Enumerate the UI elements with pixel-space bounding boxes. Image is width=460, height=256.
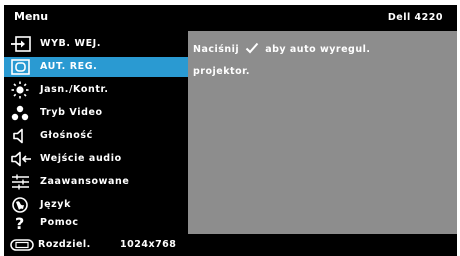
main-menu: WYB. WEJ. AUT. REG. Jasn./Kontr. Tryb Vi… — [4, 31, 188, 234]
menu-item-volume[interactable]: Głośność — [4, 126, 188, 146]
menu-item-label: Zaawansowane — [40, 176, 130, 187]
menu-item-auto-adjust[interactable]: AUT. REG. — [4, 57, 188, 77]
menu-item-label: WYB. WEJ. — [40, 38, 102, 49]
menu-title: Menu — [14, 10, 49, 23]
help-icon: ? — [15, 214, 24, 232]
language-icon — [12, 197, 28, 213]
menu-item-help[interactable]: ? Pomoc — [4, 213, 188, 233]
menu-item-label: Tryb Video — [40, 107, 103, 118]
menu-item-advanced[interactable]: Zaawansowane — [4, 172, 188, 192]
svg-text:?: ? — [15, 214, 24, 232]
brightness-icon — [11, 81, 29, 99]
resolution-icon — [10, 239, 34, 251]
status-bar: Rozdziel. 1024x768 — [4, 234, 457, 256]
menu-item-input-source[interactable]: WYB. WEJ. — [4, 34, 188, 54]
instruction-text: Naciśnij — [193, 44, 240, 55]
audio-input-icon — [11, 151, 31, 167]
resolution-value: 1024x768 — [120, 239, 177, 250]
resolution-label: Rozdziel. — [38, 239, 91, 250]
checkmark-icon — [245, 42, 259, 54]
menu-item-language[interactable]: Język — [4, 195, 188, 215]
advanced-settings-icon — [12, 174, 29, 190]
osd-header: Menu Dell 4220 — [4, 5, 457, 31]
menu-item-label: Wejście audio — [40, 153, 122, 164]
menu-item-audio-input[interactable]: Wejście audio — [4, 149, 188, 169]
menu-item-label: AUT. REG. — [40, 61, 98, 72]
projector-model: Dell 4220 — [387, 12, 443, 23]
input-source-icon — [11, 36, 31, 52]
menu-item-video-mode[interactable]: Tryb Video — [4, 103, 188, 123]
menu-item-label: Jasn./Kontr. — [40, 84, 109, 95]
menu-item-brightness-contrast[interactable]: Jasn./Kontr. — [4, 80, 188, 100]
projector-osd: Menu Dell 4220 WYB. WEJ. AUT. REG. Jasn.… — [0, 0, 460, 256]
speaker-icon — [13, 128, 23, 144]
menu-item-label: Głośność — [40, 130, 93, 141]
video-mode-icon — [11, 105, 29, 121]
auto-adjust-icon — [11, 59, 30, 75]
instruction-text: aby auto wyregul. — [265, 44, 371, 55]
content-panel: Naciśnij aby auto wyregul. projektor. — [188, 31, 457, 234]
menu-item-label: Język — [40, 199, 72, 210]
menu-item-label: Pomoc — [40, 217, 79, 228]
instruction-line-2: projektor. — [193, 66, 251, 77]
instruction-line-1: Naciśnij aby auto wyregul. — [193, 42, 370, 55]
